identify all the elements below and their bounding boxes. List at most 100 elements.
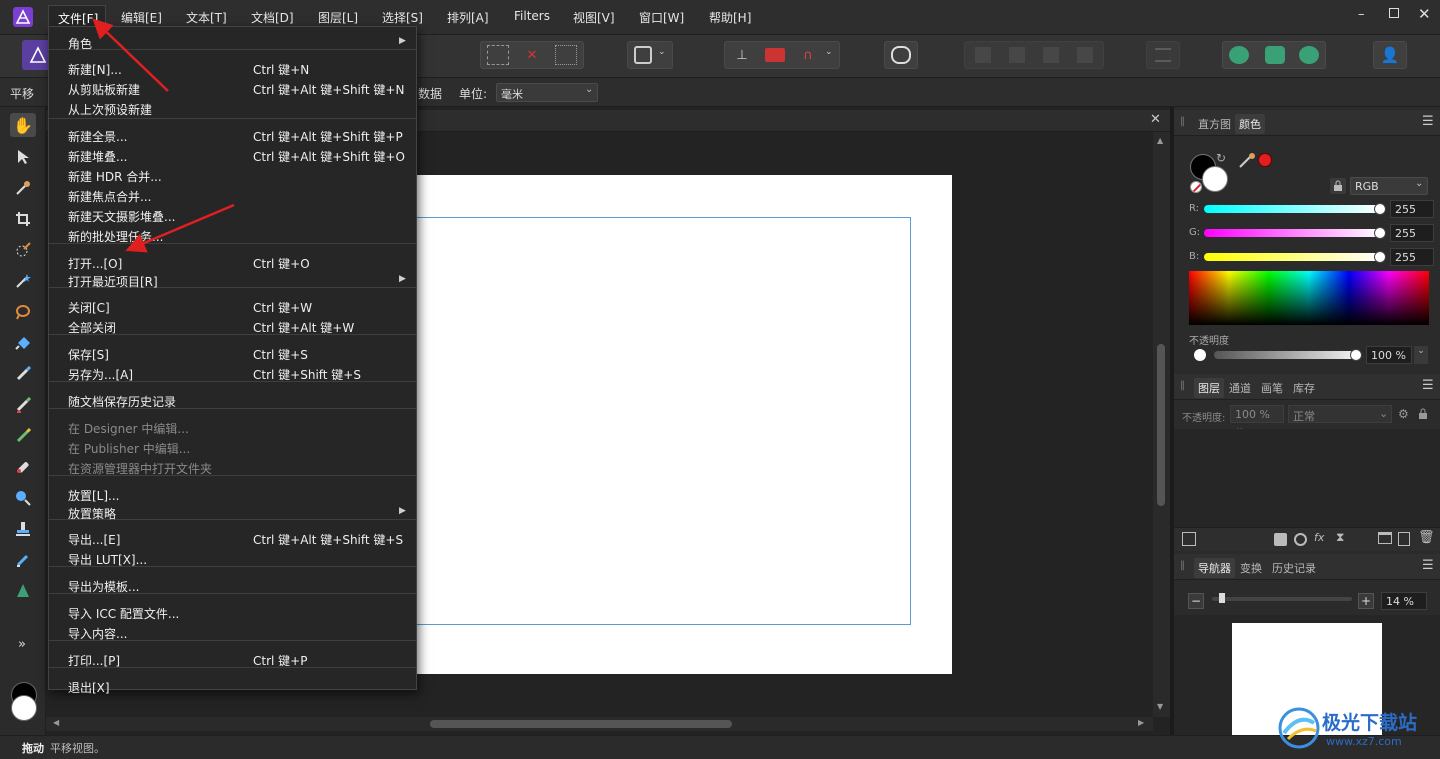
zoom-in-icon[interactable]: + [1358,593,1374,609]
menu-item-save-as[interactable]: 另存为...[A] Ctrl 键+Shift 键+S [49,364,416,382]
vertical-scrollbar[interactable]: ▲ ▼ [1153,132,1170,717]
color-picker-tool-icon[interactable] [10,176,36,200]
menu-edit[interactable]: 编辑[E] [121,9,162,26]
tab-stock[interactable]: 库存 [1293,380,1315,396]
zoom-tool-icon[interactable] [10,486,36,510]
menu-layer[interactable]: 图层[L] [318,9,358,26]
assistant-icon[interactable] [891,46,911,64]
panel-grip-icon[interactable]: ‖ [1180,560,1185,571]
move-front-icon[interactable] [1077,47,1093,63]
paint-brush-tool-icon[interactable] [10,362,36,386]
menu-item-roles[interactable]: 角色 ▶ [49,33,416,51]
pen-tool-icon[interactable] [10,579,36,603]
zoom-value-field[interactable]: 14 % [1381,592,1427,610]
magnet-icon[interactable]: ∩ [799,46,817,64]
menu-item-export[interactable]: 导出...[E] Ctrl 键+Alt 键+Shift 键+S [49,529,416,547]
chevron-down-icon[interactable]: ⌄ [658,47,666,57]
menu-item-save[interactable]: 保存[S] Ctrl 键+S [49,344,416,362]
tab-transform[interactable]: 变换 [1240,560,1262,576]
layers-list[interactable] [1174,429,1440,527]
menu-text[interactable]: 文本[T] [186,9,227,26]
scroll-left-icon[interactable]: ◀ [53,718,59,727]
tab-history[interactable]: 历史记录 [1272,560,1316,576]
scroll-down-icon[interactable]: ▼ [1157,702,1163,711]
assistant-group[interactable] [884,41,918,69]
menu-item-close-all[interactable]: 全部关闭 Ctrl 键+Alt 键+W [49,317,416,335]
invert-selection-icon[interactable] [555,45,577,65]
account-group[interactable]: 👤 [1373,41,1407,69]
horizontal-scrollbar[interactable]: ◀ ▶ [46,717,1153,731]
menu-item-new-astrophotography-stack[interactable]: 新建天文摄影堆叠... [49,206,416,224]
dodge-brush-tool-icon[interactable] [10,424,36,448]
chevron-down-icon[interactable]: ⌄ [1414,346,1428,364]
lock-icon[interactable] [1418,408,1430,422]
subtract-shape-icon[interactable] [1265,46,1285,64]
maximize-icon[interactable] [1389,8,1399,18]
menu-item-placement-policy[interactable]: 放置策略 ▶ [49,503,416,521]
select-all-icon[interactable] [487,45,509,65]
blue-slider[interactable] [1204,253,1382,261]
adjustment-layer-icon[interactable] [1294,533,1307,546]
smudge-tool-icon[interactable] [10,548,36,572]
red-slider-knob[interactable] [1374,203,1386,215]
distribute-group[interactable] [1146,41,1180,69]
swap-colors-icon[interactable]: ↻ [1216,151,1226,165]
new-pixel-layer-icon[interactable] [1398,532,1410,546]
scroll-up-icon[interactable]: ▲ [1157,136,1163,145]
scroll-right-icon[interactable]: ▶ [1138,718,1144,727]
zoom-slider[interactable] [1212,597,1352,601]
hand-tool-icon[interactable]: ✋ [10,113,36,137]
tab-brushes[interactable]: 画笔 [1261,380,1283,396]
horizontal-scroll-thumb[interactable] [430,720,732,728]
blue-value-field[interactable]: 255 [1390,248,1434,266]
zoom-slider-knob[interactable] [1219,593,1225,603]
healing-brush-tool-icon[interactable] [10,455,36,479]
menu-item-place[interactable]: 放置[L]... [49,485,416,503]
panel-grip-icon[interactable]: ‖ [1180,116,1185,127]
menu-item-export-as-template[interactable]: 导出为模板... [49,576,416,594]
freehand-selection-tool-icon[interactable] [10,300,36,324]
menu-item-new-panorama[interactable]: 新建全景... Ctrl 键+Alt 键+Shift 键+P [49,126,416,144]
mask-layer-icon[interactable] [1274,533,1287,546]
layer-opacity-select[interactable]: 100 % ⌄ [1230,405,1284,434]
opacity-value-field[interactable]: 100 % [1366,346,1412,364]
quick-mask-icon[interactable] [634,46,652,64]
menu-item-new-from-clipboard[interactable]: 从剪贴板新建 Ctrl 键+Alt 键+Shift 键+N [49,79,416,97]
move-backward-icon[interactable] [1009,47,1025,63]
menu-item-new-stack[interactable]: 新建堆叠... Ctrl 键+Alt 键+Shift 键+O [49,146,416,164]
menu-item-quit[interactable]: 退出[X] [49,677,416,695]
menu-item-print[interactable]: 打印...[P] Ctrl 键+P [49,650,416,668]
tab-histogram[interactable]: 直方图 [1198,116,1231,132]
green-slider[interactable] [1204,229,1382,237]
menu-help[interactable]: 帮助[H] [709,9,751,26]
menu-arrange[interactable]: 排列[A] [447,9,489,26]
secondary-color-swatch[interactable] [11,695,37,721]
move-forward-icon[interactable] [1043,47,1059,63]
menu-window[interactable]: 窗口[W] [639,9,684,26]
add-shape-icon[interactable] [1229,46,1249,64]
menu-item-close[interactable]: 关闭[C] Ctrl 键+W [49,297,416,315]
menu-item-new-batch-job[interactable]: 新的批处理任务... [49,226,416,244]
layer-copy-icon[interactable] [1182,532,1196,546]
opacity-slider[interactable] [1214,351,1354,359]
opacity-slider-knob[interactable] [1350,349,1362,361]
align-icon[interactable]: ⊥ [733,46,751,64]
tab-channels[interactable]: 通道 [1229,380,1251,396]
red-value-field[interactable]: 255 [1390,200,1434,218]
picked-color-swatch[interactable] [1258,153,1272,167]
no-color-icon[interactable] [1190,181,1202,193]
crop-tool-icon[interactable] [10,207,36,231]
tab-color[interactable]: 颜色 [1235,114,1265,134]
tab-layers[interactable]: 图层 [1194,378,1224,398]
green-value-field[interactable]: 255 [1390,224,1434,242]
menu-view[interactable]: 视图[V] [573,9,615,26]
menu-item-import-icc-profile[interactable]: 导入 ICC 配置文件... [49,603,416,621]
zoom-out-icon[interactable]: − [1188,593,1204,609]
gear-icon[interactable]: ⚙ [1398,407,1409,421]
quick-mask-group[interactable]: ⌄ [627,41,673,69]
more-tools-icon[interactable]: » [18,637,26,652]
eyedropper-icon[interactable] [1238,153,1258,168]
menu-document[interactable]: 文档[D] [251,9,294,26]
group-folder-icon[interactable] [1378,532,1392,544]
deselect-icon[interactable]: ✕ [521,45,543,65]
